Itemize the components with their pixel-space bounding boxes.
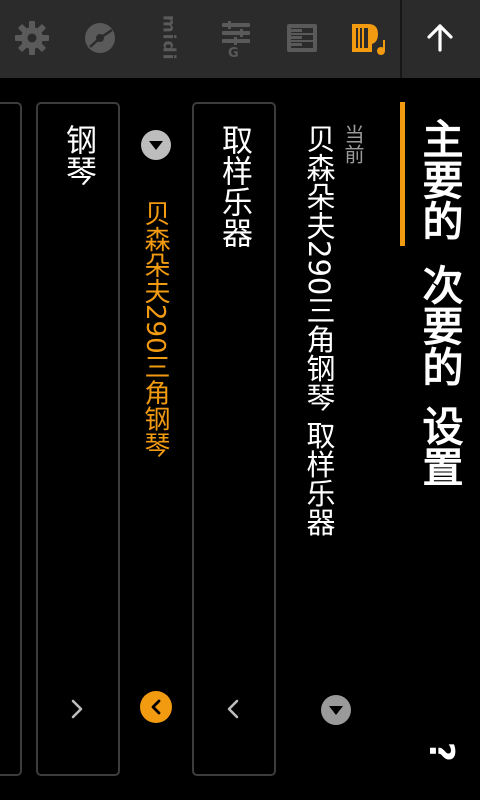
toolbar: midi G bbox=[0, 0, 480, 78]
selected-instrument[interactable]: 贝森朵夫290三角钢琴 bbox=[140, 200, 170, 458]
selected-chevron-icon[interactable] bbox=[140, 691, 172, 723]
mixer-letter: G bbox=[228, 46, 239, 58]
piano-keys-icon[interactable] bbox=[274, 8, 330, 68]
tab-secondary[interactable]: 次要的 bbox=[415, 264, 463, 387]
piano-panel[interactable] bbox=[36, 102, 120, 776]
piano-label: 钢琴 bbox=[60, 124, 96, 186]
disc-icon[interactable] bbox=[72, 8, 128, 68]
toolbar-separator bbox=[400, 0, 402, 78]
tab-settings[interactable]: 设置 bbox=[415, 405, 463, 487]
up-arrow-icon[interactable] bbox=[412, 8, 468, 68]
sampled-instrument-label: 取样乐器 bbox=[216, 124, 252, 248]
expand-dropdown-icon[interactable] bbox=[141, 130, 171, 160]
instrument-icon[interactable] bbox=[340, 8, 396, 68]
chevron-right-icon[interactable] bbox=[66, 698, 88, 724]
current-value: 贝森朵夫290三角钢琴 取样乐器 bbox=[302, 124, 336, 537]
mixer-g-icon[interactable]: G bbox=[208, 8, 264, 68]
active-tab-indicator bbox=[400, 102, 405, 246]
chevron-left-icon[interactable] bbox=[222, 698, 244, 724]
offscreen-panel-edge bbox=[0, 102, 22, 776]
current-dropdown-icon[interactable] bbox=[321, 695, 351, 725]
tab-main[interactable]: 主要的 bbox=[415, 118, 463, 241]
midi-icon[interactable]: midi bbox=[140, 8, 196, 68]
current-label: 当前 bbox=[341, 124, 365, 164]
help-button[interactable]: ? bbox=[421, 742, 461, 762]
gear-icon[interactable] bbox=[4, 8, 60, 68]
midi-label: midi bbox=[158, 15, 179, 61]
